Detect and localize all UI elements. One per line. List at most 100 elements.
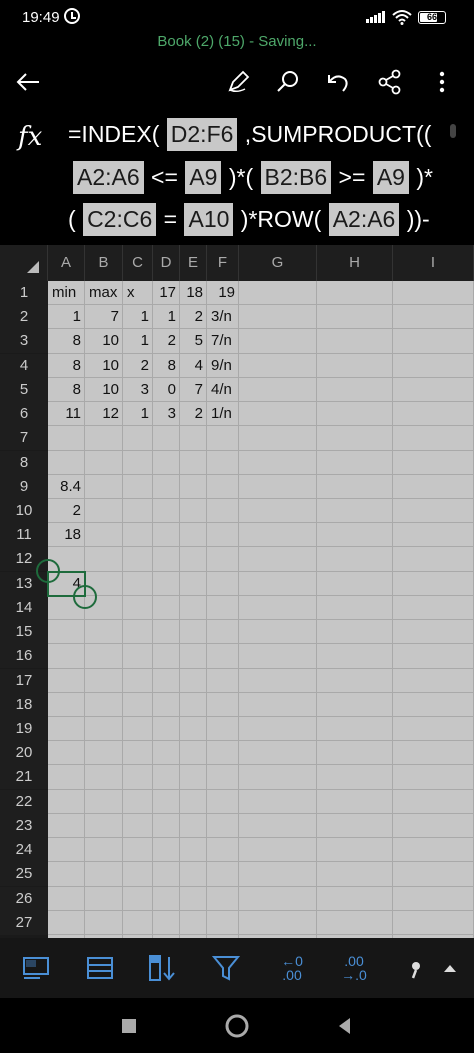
cell-c6[interactable]: 1: [123, 402, 153, 426]
formula-range-ref[interactable]: A9: [372, 161, 409, 194]
cell-b5[interactable]: 10: [85, 378, 123, 402]
cell-c5[interactable]: 3: [123, 378, 153, 402]
row-header-22[interactable]: 22: [0, 789, 48, 814]
cell-a6[interactable]: 11: [48, 402, 85, 426]
row-header-26[interactable]: 26: [0, 886, 48, 911]
cell-b6[interactable]: 12: [85, 402, 123, 426]
cell-d5[interactable]: 0: [153, 378, 180, 402]
cell-b4[interactable]: 10: [85, 354, 123, 378]
formula-line-1[interactable]: =INDEX( D2:F6 ,SUMPRODUCT((: [68, 116, 431, 152]
row-header-8[interactable]: 8: [0, 450, 48, 475]
cell-c3[interactable]: 1: [123, 329, 153, 353]
column-header-e[interactable]: E: [180, 245, 207, 281]
column-header-g[interactable]: G: [239, 245, 317, 281]
cell-b1[interactable]: max: [85, 281, 123, 305]
cell-c1[interactable]: x: [123, 281, 153, 305]
formula-line-2[interactable]: A2:A6 <= A9 )*( B2:B6 >= A9 )*: [72, 159, 433, 195]
row-header-18[interactable]: 18: [0, 692, 48, 717]
selection-handle-top-left[interactable]: [36, 558, 60, 583]
pen-icon[interactable]: [220, 64, 256, 100]
sort-icon[interactable]: [142, 948, 182, 988]
cell-e1[interactable]: 18: [180, 281, 207, 305]
formula-range-ref[interactable]: A9: [185, 161, 222, 194]
cell-d2[interactable]: 1: [153, 305, 180, 329]
cell-a10[interactable]: 2: [48, 499, 85, 523]
row-header-9[interactable]: 9: [0, 474, 48, 499]
row-header-14[interactable]: 14: [0, 595, 48, 620]
row-header-5[interactable]: 5: [0, 377, 48, 402]
row-header-4[interactable]: 4: [0, 353, 48, 378]
column-header-i[interactable]: I: [393, 245, 474, 281]
row-header-20[interactable]: 20: [0, 741, 48, 766]
cell-d3[interactable]: 2: [153, 329, 180, 353]
row-header-27[interactable]: 27: [0, 910, 48, 935]
format-icon[interactable]: [400, 948, 420, 988]
cell-a5[interactable]: 8: [48, 378, 85, 402]
cell-b2[interactable]: 7: [85, 305, 123, 329]
formula-range-ref[interactable]: A10: [184, 203, 234, 236]
cell-a3[interactable]: 8: [48, 329, 85, 353]
recents-square-icon[interactable]: [114, 1011, 144, 1041]
formula-scroll-thumb[interactable]: [450, 124, 456, 138]
row-header-1[interactable]: 1: [0, 281, 48, 305]
column-header-c[interactable]: C: [123, 245, 153, 281]
row-header-16[interactable]: 16: [0, 644, 48, 669]
filter-icon[interactable]: [206, 948, 246, 988]
freeze-panes-icon[interactable]: [80, 948, 120, 988]
cell-e5[interactable]: 7: [180, 378, 207, 402]
cell-area[interactable]: min max x 17 18 19 1 7 1 1 2 3/n 8 10 1 2 5 7/n 8 10 2 8 4 9/n 8…: [36, 281, 474, 938]
cell-a2[interactable]: 1: [48, 305, 85, 329]
back-triangle-icon[interactable]: [330, 1011, 360, 1041]
cell-e4[interactable]: 4: [180, 354, 207, 378]
column-header-b[interactable]: B: [85, 245, 123, 281]
cell-c4[interactable]: 2: [123, 354, 153, 378]
cell-a9[interactable]: 8.4: [48, 475, 85, 499]
cell-a1[interactable]: min: [48, 281, 85, 305]
home-circle-icon[interactable]: [222, 1011, 252, 1041]
cell-f1[interactable]: 19: [207, 281, 239, 305]
column-header-f[interactable]: F: [207, 245, 239, 281]
row-header-21[interactable]: 21: [0, 765, 48, 790]
spreadsheet-grid[interactable]: ABCDEFGHI 1 2 3 4 5 6 7 8 9 10 11 12 13 14 15 16 17 18 19 2…: [0, 245, 474, 938]
cell-f2[interactable]: 3/n: [207, 305, 239, 329]
formula-range-ref[interactable]: D2:F6: [166, 118, 238, 151]
cell-d4[interactable]: 8: [153, 354, 180, 378]
cell-d6[interactable]: 3: [153, 402, 180, 426]
row-header-10[interactable]: 10: [0, 498, 48, 523]
cell-f6[interactable]: 1/n: [207, 402, 239, 426]
cell-a4[interactable]: 8: [48, 354, 85, 378]
increase-decimal-icon[interactable]: ←0 .00: [272, 948, 312, 988]
formula-range-ref[interactable]: B2:B6: [260, 161, 332, 194]
formula-range-ref[interactable]: A2:A6: [328, 203, 400, 236]
formula-line-3[interactable]: ( C2:C6 = A10 )*ROW( A2:A6 ))-: [68, 201, 430, 237]
decrease-decimal-icon[interactable]: .00 →.0: [334, 948, 374, 988]
cell-e3[interactable]: 5: [180, 329, 207, 353]
selection-handle-bottom-right[interactable]: [73, 584, 97, 609]
row-header-17[interactable]: 17: [0, 668, 48, 693]
formula-bar[interactable]: fx =INDEX( D2:F6 ,SUMPRODUCT(( A2:A6 <= …: [0, 108, 474, 242]
cell-f4[interactable]: 9/n: [207, 354, 239, 378]
undo-icon[interactable]: [320, 64, 356, 100]
cell-a11[interactable]: 18: [48, 523, 85, 547]
column-header-d[interactable]: D: [153, 245, 180, 281]
row-header-6[interactable]: 6: [0, 402, 48, 427]
expand-up-icon[interactable]: [430, 948, 470, 988]
formula-range-ref[interactable]: C2:C6: [83, 203, 157, 236]
row-header-24[interactable]: 24: [0, 838, 48, 863]
select-all-corner[interactable]: [0, 245, 48, 281]
cell-d1[interactable]: 17: [153, 281, 180, 305]
sheet-view-icon[interactable]: [16, 948, 56, 988]
row-header-2[interactable]: 2: [0, 305, 48, 330]
cell-c2[interactable]: 1: [123, 305, 153, 329]
column-header-h[interactable]: H: [317, 245, 393, 281]
cell-e2[interactable]: 2: [180, 305, 207, 329]
row-header-25[interactable]: 25: [0, 862, 48, 887]
column-header-a[interactable]: A: [48, 245, 85, 281]
back-arrow-icon[interactable]: [10, 64, 46, 100]
cell-f5[interactable]: 4/n: [207, 378, 239, 402]
row-header-11[interactable]: 11: [0, 523, 48, 548]
cell-b3[interactable]: 10: [85, 329, 123, 353]
row-header-15[interactable]: 15: [0, 620, 48, 645]
row-header-23[interactable]: 23: [0, 813, 48, 838]
row-header-7[interactable]: 7: [0, 426, 48, 451]
